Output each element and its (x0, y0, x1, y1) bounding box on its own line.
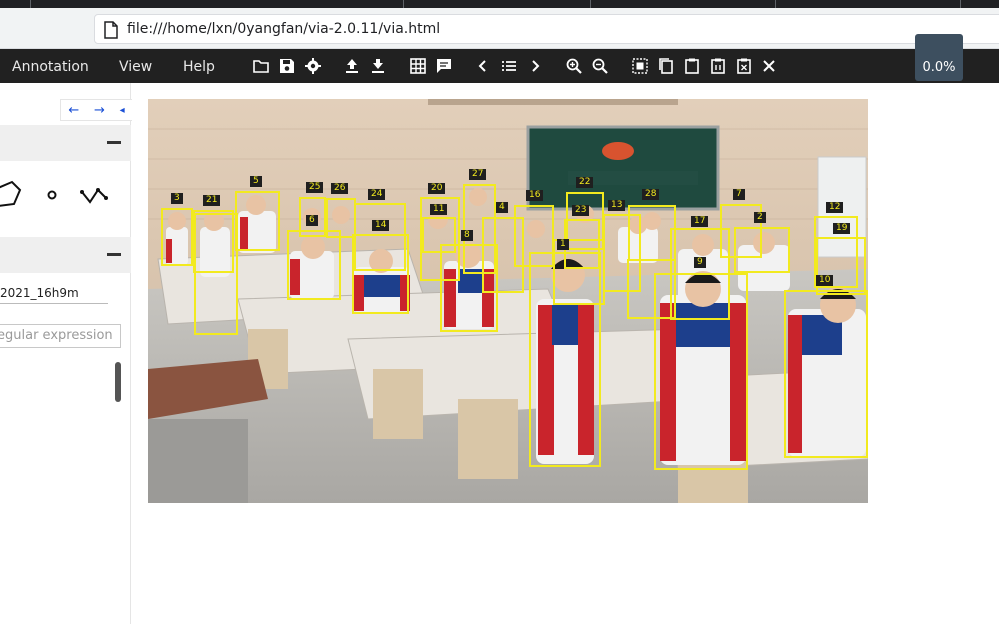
bbox-label: 5 (250, 176, 262, 187)
bounding-box[interactable] (628, 205, 676, 261)
download-icon[interactable] (367, 55, 389, 77)
bbox-label: 12 (826, 202, 844, 213)
collapse-minus-icon[interactable] (107, 253, 121, 256)
menu-view[interactable]: View (119, 59, 152, 75)
paste-icon[interactable] (681, 55, 703, 77)
nav-arrows: ← → ◂ (60, 99, 132, 121)
tab-separator (590, 0, 591, 8)
zoom-in-icon[interactable] (563, 55, 585, 77)
grid-icon[interactable] (407, 55, 429, 77)
bbox-label: 4 (496, 202, 508, 213)
bounding-box[interactable] (784, 290, 868, 458)
browser-toolbar: file:///home/lxn/0yangfan/via-2.0.11/via… (0, 8, 999, 49)
open-folder-icon[interactable] (250, 55, 272, 77)
next-icon[interactable] (524, 55, 546, 77)
bbox-label: 8 (461, 230, 473, 241)
address-bar[interactable]: file:///home/lxn/0yangfan/via-2.0.11/via… (94, 14, 999, 44)
project-filename[interactable]: 2021_16h9m (0, 286, 108, 304)
bounding-box[interactable] (287, 230, 341, 300)
bbox-label: 11 (430, 204, 448, 215)
bounding-box[interactable] (235, 191, 280, 251)
save-icon[interactable] (276, 55, 298, 77)
close-icon[interactable] (758, 55, 780, 77)
bounding-box[interactable] (654, 273, 748, 470)
prev-arrow-icon[interactable]: ← (68, 103, 79, 118)
comment-icon[interactable] (433, 55, 455, 77)
left-sidebar: ← → ◂ 2021_16h9m egular expression (0, 83, 132, 624)
delete-region-icon[interactable] (733, 55, 755, 77)
collapse-panel-icon[interactable]: ◂ (120, 105, 125, 116)
upload-icon[interactable] (341, 55, 363, 77)
bbox-label: 27 (469, 169, 487, 180)
paste-special-icon[interactable] (707, 55, 729, 77)
bbox-label: 3 (171, 193, 183, 204)
bounding-box[interactable] (194, 213, 238, 335)
list-icon[interactable] (498, 55, 520, 77)
menu-help[interactable]: Help (183, 59, 215, 75)
bounding-box[interactable] (352, 234, 409, 314)
scrollbar-thumb[interactable] (115, 362, 121, 402)
zoom-out-icon[interactable] (589, 55, 611, 77)
browser-tab-strip (0, 0, 999, 8)
tab-separator (960, 0, 961, 8)
bbox-label: 1 (557, 239, 569, 250)
point-shape-icon[interactable] (47, 190, 57, 200)
region-shape-section-header[interactable] (0, 125, 131, 161)
menu-annotation[interactable]: Annotation (12, 59, 89, 75)
bbox-label: 23 (572, 205, 590, 216)
prev-icon[interactable] (472, 55, 494, 77)
bounding-box[interactable] (816, 237, 866, 295)
bbox-label: 24 (368, 189, 386, 200)
regex-filter-input[interactable]: egular expression (0, 324, 121, 348)
select-all-icon[interactable] (629, 55, 651, 77)
bbox-label: 7 (733, 189, 745, 200)
bbox-label: 9 (694, 257, 706, 268)
bbox-label: 17 (691, 216, 709, 227)
bbox-label: 22 (576, 177, 594, 188)
app-top-bar: Annotation View Help (0, 49, 999, 83)
bbox-label: 2 (754, 212, 766, 223)
bbox-label: 26 (331, 183, 349, 194)
bbox-label: 19 (833, 223, 851, 234)
bbox-label: 16 (526, 190, 544, 201)
settings-icon[interactable] (302, 55, 324, 77)
tab-separator (403, 0, 404, 8)
page-icon (104, 21, 118, 39)
bbox-label: 13 (608, 200, 626, 211)
progress-indicator: 0.0% (915, 34, 963, 81)
bbox-label: 6 (306, 215, 318, 226)
classroom-image (148, 99, 868, 503)
polyline-shape-icon[interactable] (80, 188, 108, 204)
annotation-canvas[interactable]: 3 21 5 25 26 6 24 14 20 11 27 8 4 16 22 … (148, 99, 868, 503)
bbox-label: 25 (306, 182, 324, 193)
collapse-minus-icon[interactable] (107, 141, 121, 144)
bbox-label: 10 (816, 275, 834, 286)
bbox-label: 28 (642, 189, 660, 200)
bbox-label: 20 (428, 183, 446, 194)
copy-icon[interactable] (655, 55, 677, 77)
region-shape-tools (0, 178, 131, 218)
bbox-label: 21 (203, 195, 221, 206)
bbox-label: 14 (372, 220, 390, 231)
tab-separator (775, 0, 776, 8)
url-text: file:///home/lxn/0yangfan/via-2.0.11/via… (127, 21, 441, 37)
polygon-shape-icon[interactable] (0, 180, 22, 207)
project-section-header[interactable] (0, 237, 131, 273)
bounding-box[interactable] (734, 227, 790, 273)
tab-separator (30, 0, 31, 8)
bounding-box[interactable] (161, 208, 193, 266)
next-arrow-icon[interactable]: → (94, 103, 105, 118)
